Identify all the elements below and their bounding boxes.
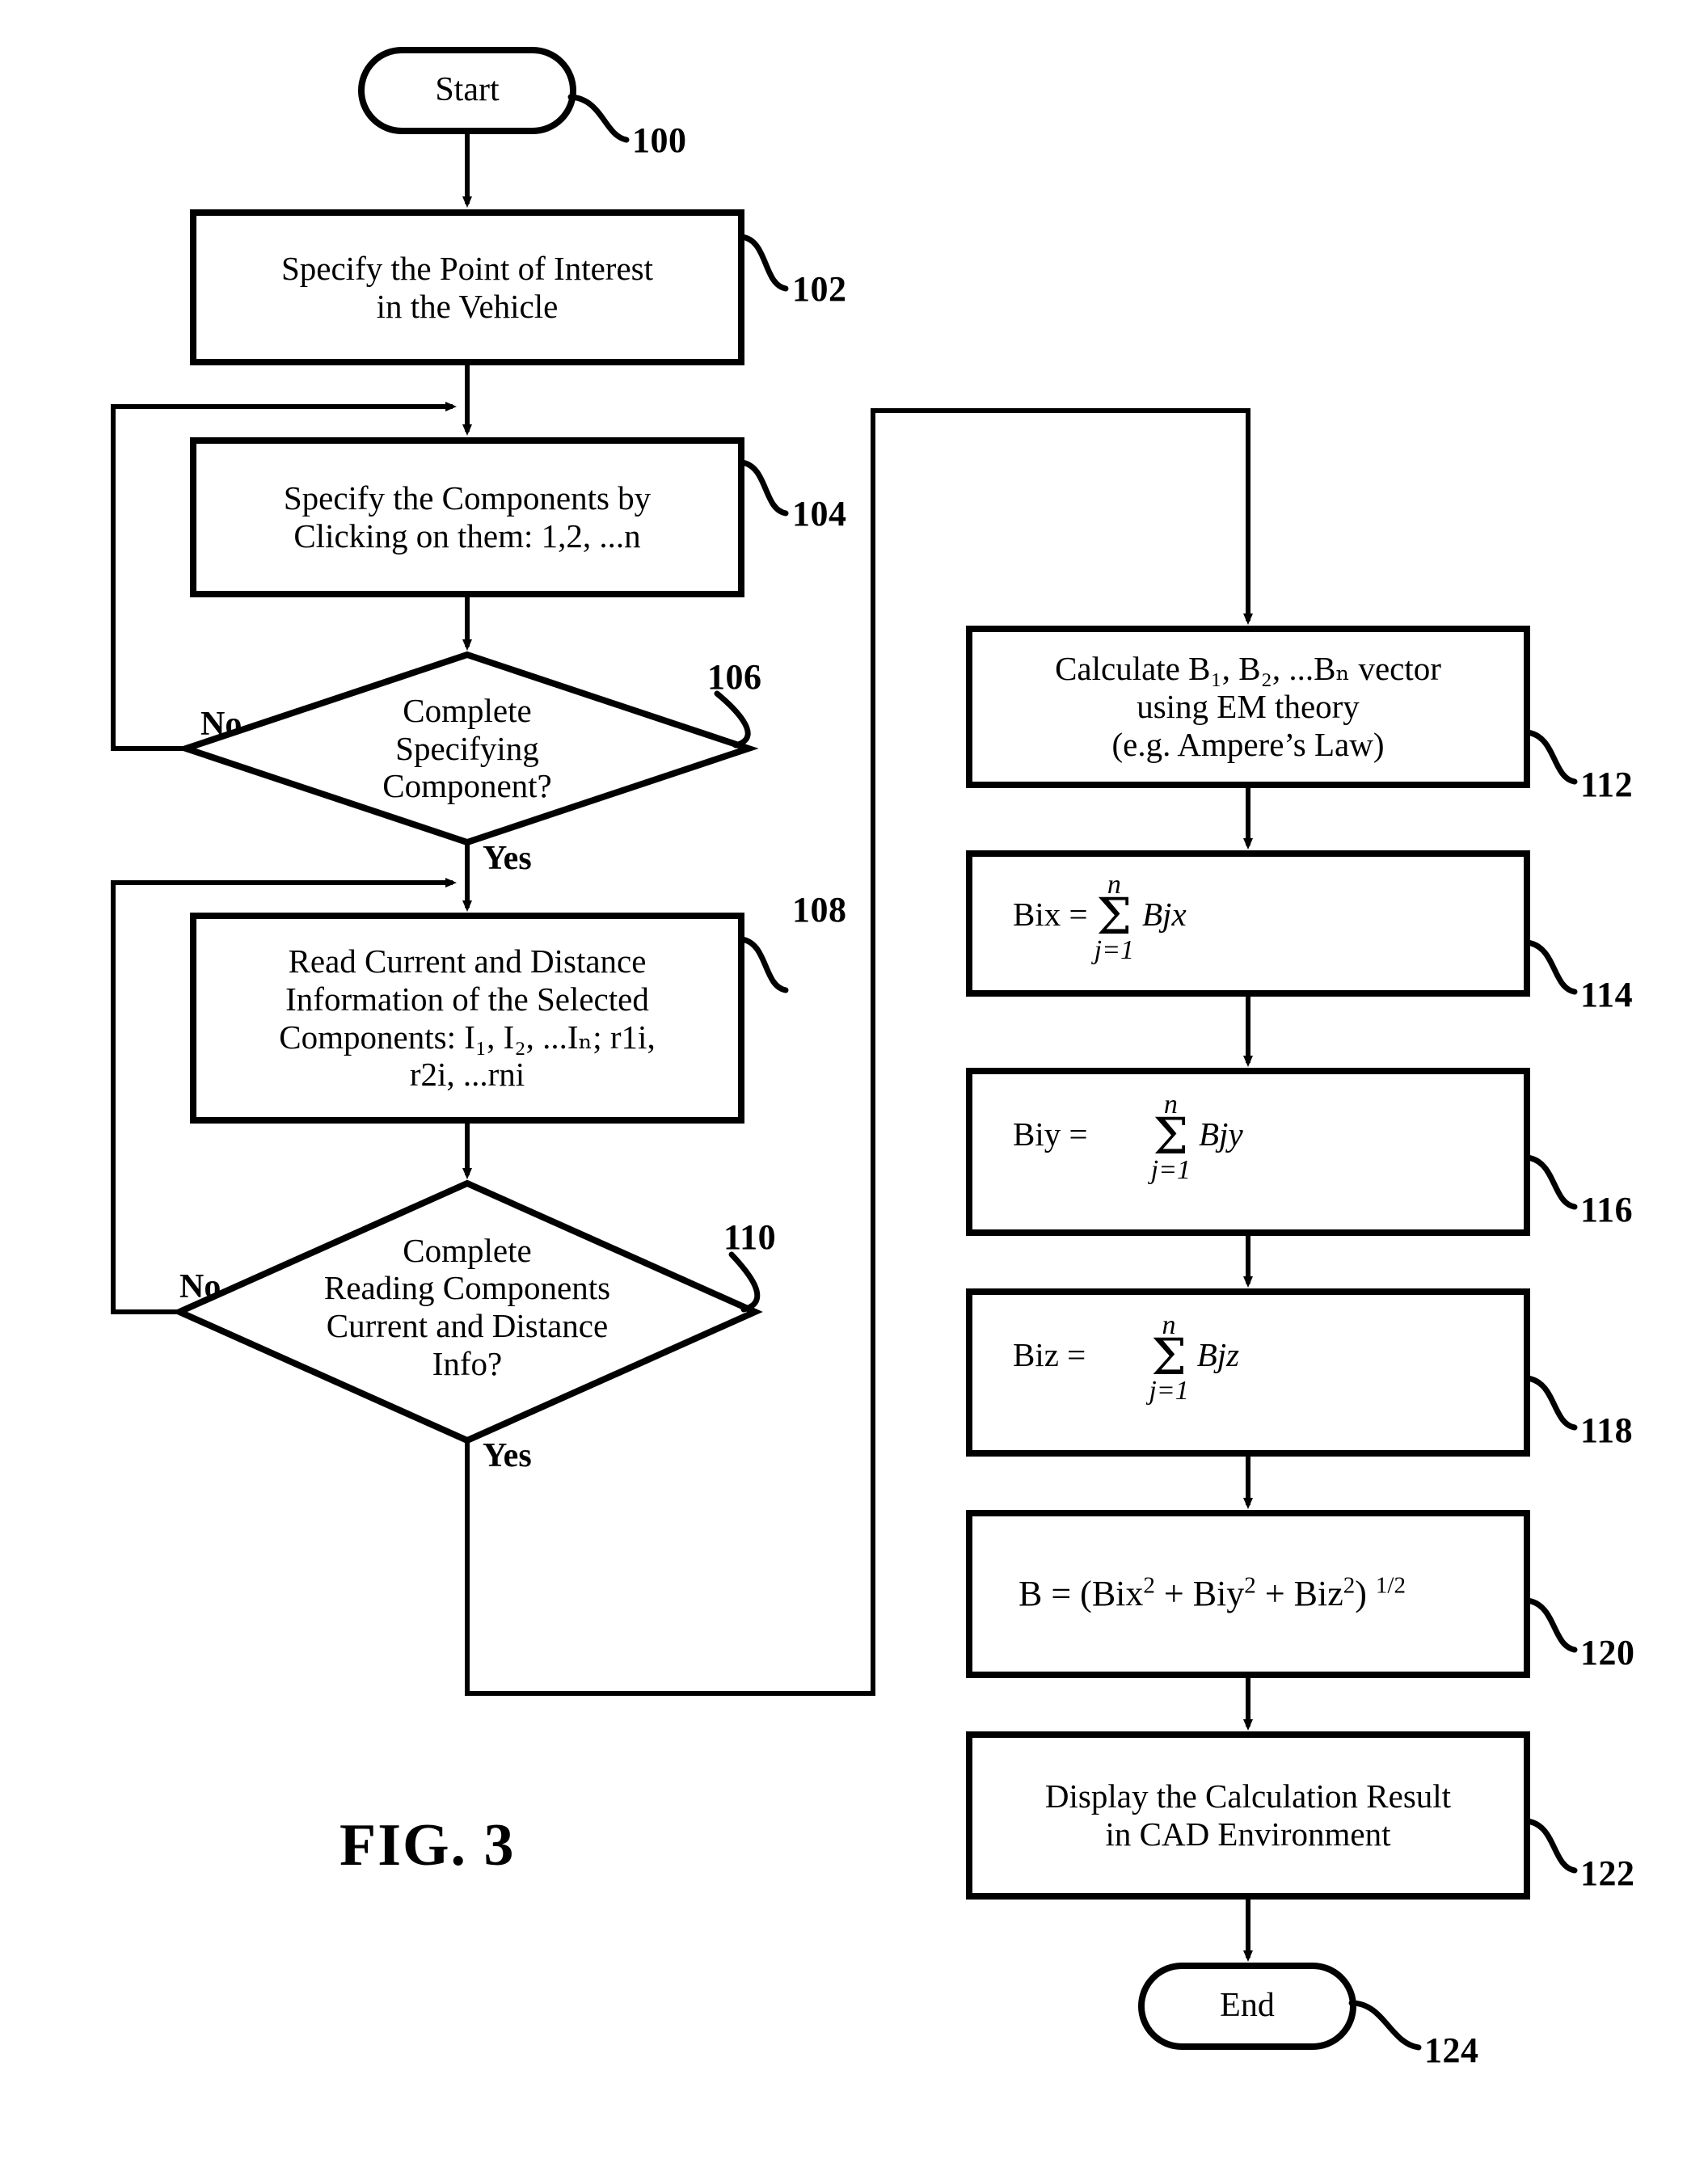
leader-104 <box>738 459 789 517</box>
biy-lhs: Biy = <box>1013 1115 1088 1153</box>
bix-formula: Bix = n Σ j=1 Bjx <box>1013 871 1187 964</box>
bix-summation: n Σ j=1 <box>1094 871 1134 964</box>
ref-number-110: 110 <box>723 1217 777 1257</box>
patent-figure-3: Start 100 Specify the Point of Interest … <box>0 0 1708 2180</box>
ref-number-116: 116 <box>1580 1190 1634 1229</box>
leader-112 <box>1524 729 1578 785</box>
leader-102 <box>738 234 789 292</box>
magnitude-formula: B = (Bix2 + Biy2 + Biz2) 1/2 <box>1018 1572 1406 1614</box>
biy-summation: n Σ j=1 <box>1151 1091 1191 1184</box>
sigma-icon: Σ <box>1151 1327 1187 1386</box>
sigma-icon: Σ <box>1096 887 1132 946</box>
ref-number-112: 112 <box>1580 765 1634 804</box>
ref-number-102: 102 <box>792 269 847 309</box>
specify-point-box-shape <box>190 209 744 365</box>
branch-label-yes-specify: Yes <box>483 840 532 877</box>
branch-label-no-read: No <box>179 1268 221 1305</box>
ref-number-108: 108 <box>792 890 847 930</box>
ref-number-114: 114 <box>1580 975 1634 1014</box>
leader-114 <box>1524 939 1578 995</box>
decision-specify-shape <box>175 651 759 846</box>
decision-read-shape <box>171 1179 763 1444</box>
biy-sum-lower: j=1 <box>1150 1154 1191 1185</box>
leader-124 <box>1348 2000 1422 2051</box>
start-terminator-shape <box>358 47 576 134</box>
leader-100 <box>567 94 630 143</box>
bix-sum-lower: j=1 <box>1094 934 1135 965</box>
ref-number-106: 106 <box>707 657 762 697</box>
leader-116 <box>1524 1154 1578 1210</box>
specify-components-box-shape <box>190 437 744 597</box>
magnitude-formula-text: B = (Bix2 + Biy2 + Biz2) 1/2 <box>1018 1572 1406 1613</box>
ref-number-118: 118 <box>1580 1410 1634 1450</box>
biz-lhs: Biz = <box>1013 1335 1086 1373</box>
leader-120 <box>1524 1597 1578 1653</box>
read-info-box-shape <box>190 913 744 1124</box>
display-box-shape <box>966 1731 1530 1900</box>
biz-sum-lower: j=1 <box>1149 1375 1189 1406</box>
biz-formula: Biz = n Σ j=1 Bjz <box>1013 1312 1239 1405</box>
biy-formula: Biy = n Σ j=1 Bjy <box>1013 1091 1243 1184</box>
ref-number-100: 100 <box>632 120 687 160</box>
branch-label-no-specify: No <box>200 706 242 743</box>
biz-operand: Bjz <box>1196 1335 1240 1373</box>
ref-number-124: 124 <box>1424 2030 1479 2070</box>
bix-operand: Bjx <box>1142 895 1187 933</box>
sigma-icon: Σ <box>1153 1107 1189 1166</box>
calculate-b-box-shape <box>966 626 1530 788</box>
leader-108 <box>738 936 789 993</box>
ref-number-120: 120 <box>1580 1633 1635 1672</box>
branch-label-yes-read: Yes <box>483 1437 532 1474</box>
biy-operand: Bjy <box>1199 1115 1243 1153</box>
end-terminator-shape <box>1138 1963 1356 2050</box>
flowchart-canvas <box>111 47 1578 2051</box>
leader-118 <box>1524 1375 1578 1431</box>
figure-caption: FIG. 3 <box>339 1812 516 1879</box>
ref-number-104: 104 <box>792 494 847 533</box>
ref-number-122: 122 <box>1580 1853 1635 1893</box>
biz-summation: n Σ j=1 <box>1149 1312 1188 1405</box>
bix-lhs: Bix = <box>1013 895 1088 933</box>
leader-122 <box>1524 1818 1578 1874</box>
